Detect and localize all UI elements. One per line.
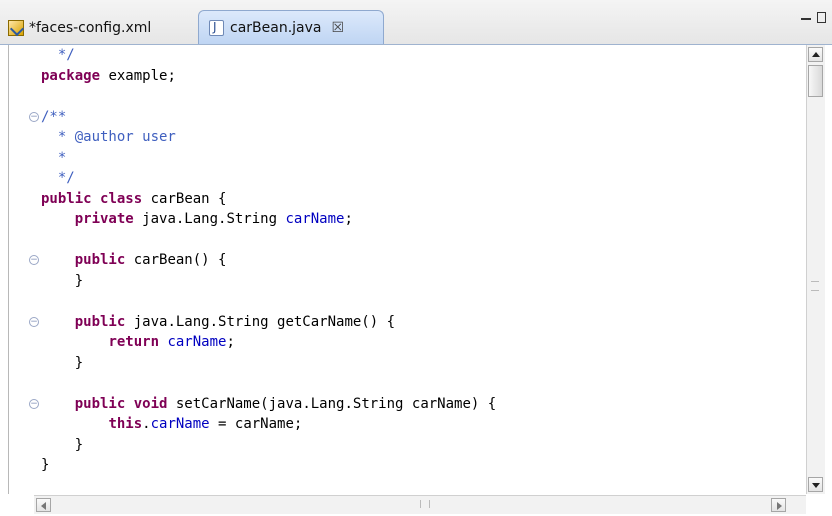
tab-label: carBean.java [230, 19, 322, 36]
code-token: carBean { [142, 190, 227, 207]
code-line[interactable]: public class carBean { [41, 189, 801, 210]
code-token: . [142, 416, 151, 432]
code-line[interactable]: return carName; [41, 332, 801, 353]
horizontal-scrollbar[interactable] [34, 495, 806, 514]
fold-toggle-icon[interactable]: − [29, 255, 39, 265]
code-token: java.Lang.String getCarName() { [125, 313, 396, 330]
tab-faces-config[interactable]: *faces-config.xml [8, 11, 198, 44]
field-token: carName [167, 334, 227, 350]
code-line[interactable]: public java.Lang.String getCarName() { [41, 312, 801, 333]
maximize-icon[interactable] [817, 12, 826, 23]
code-line[interactable] [41, 291, 801, 312]
arrow-down-icon [812, 483, 820, 488]
xml-file-icon [8, 19, 24, 36]
comment-token: */ [41, 47, 75, 63]
code-line[interactable]: package example; [41, 66, 801, 87]
code-line[interactable]: public void setCarName(java.Lang.String … [41, 394, 801, 415]
code-editor[interactable]: */ package example; /** * @author user * *… [8, 45, 807, 494]
editor-window: *faces-config.xml carBean.java ☒ */ packa… [0, 0, 832, 516]
code-token: setCarName(java.Lang.String carName) { [167, 395, 497, 412]
fold-toggle-icon[interactable]: − [29, 111, 39, 122]
code-line[interactable]: * @author user [41, 127, 801, 148]
code-token: carBean() { [125, 252, 227, 268]
scroll-right-button[interactable] [771, 498, 786, 512]
field-token: carName [285, 211, 345, 227]
scroll-left-button[interactable] [36, 498, 51, 512]
tab-label: *faces-config.xml [29, 19, 152, 36]
vertical-scroll-thumb[interactable] [808, 65, 823, 97]
keyword-token: return [108, 334, 160, 350]
code-token: = carName; [209, 416, 303, 432]
keyword-token: this [108, 416, 143, 432]
code-line[interactable]: * [41, 148, 801, 169]
keyword-token: package [41, 67, 101, 84]
code-line[interactable]: } [41, 271, 801, 292]
field-token: carName [150, 416, 210, 432]
code-token: } [41, 457, 50, 473]
code-token: ; [344, 211, 353, 227]
fold-toggle-icon[interactable]: − [29, 316, 39, 327]
editor-tab-bar: *faces-config.xml carBean.java ☒ [0, 0, 832, 45]
code-line[interactable]: } [41, 353, 801, 374]
scroll-up-button[interactable] [808, 47, 823, 62]
keyword-token: public [74, 313, 126, 330]
code-line[interactable]: private java.Lang.String carName; [41, 209, 801, 230]
scroll-down-button[interactable] [808, 477, 823, 492]
keyword-token: public [41, 190, 92, 207]
keyword-token: void [133, 395, 168, 412]
code-text[interactable]: */ package example; /** * @author user * *… [41, 45, 801, 476]
comment-token: * [41, 149, 67, 166]
code-line[interactable]: this.carName = carName; [41, 414, 801, 435]
arrow-left-icon [41, 502, 46, 510]
code-line[interactable]: */ [41, 168, 801, 189]
view-controls [801, 12, 826, 23]
code-token: example; [100, 67, 176, 84]
code-token: } [41, 272, 84, 289]
tab-carbean-java[interactable]: carBean.java ☒ [198, 10, 384, 44]
arrow-right-icon [777, 502, 782, 510]
comment-token: * @author user [41, 129, 176, 145]
code-token: ; [226, 334, 235, 350]
code-line[interactable]: public carBean() { [41, 250, 801, 271]
comment-token: /** [41, 108, 67, 125]
code-line[interactable] [41, 86, 801, 107]
comment-token: */ [41, 170, 75, 186]
code-line[interactable] [41, 230, 801, 251]
code-line[interactable]: } [41, 455, 801, 476]
code-line[interactable]: */ [41, 45, 801, 66]
arrow-up-icon [812, 52, 820, 57]
code-token: } [41, 436, 84, 453]
fold-toggle-icon[interactable]: − [29, 398, 39, 409]
code-line[interactable] [41, 373, 801, 394]
code-line[interactable]: } [41, 435, 801, 456]
keyword-token: private [74, 211, 134, 227]
vertical-scrollbar[interactable] [806, 45, 825, 494]
grip-icon [811, 281, 819, 291]
minimize-icon[interactable] [801, 18, 811, 20]
keyword-token: class [100, 190, 143, 207]
grip-icon [420, 500, 430, 508]
java-file-icon [209, 19, 224, 36]
code-line[interactable]: /** [41, 107, 801, 128]
keyword-token: public [74, 252, 126, 268]
keyword-token: public [74, 395, 126, 412]
close-tab-icon[interactable]: ☒ [332, 20, 345, 36]
code-token: } [41, 354, 84, 371]
code-token: java.Lang.String [133, 211, 286, 227]
